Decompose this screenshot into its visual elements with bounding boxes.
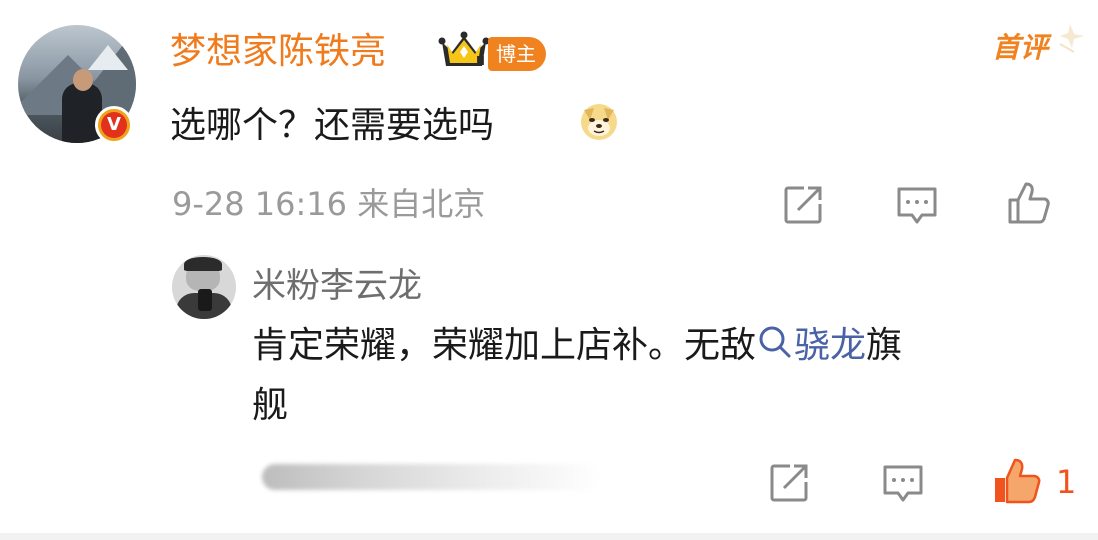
search-topic-link[interactable]: 骁龙 xyxy=(794,325,866,366)
crown-level-icon: II xyxy=(438,31,490,68)
liked-icon[interactable] xyxy=(992,456,1042,506)
comment-icon[interactable] xyxy=(880,460,926,506)
comment-author-name[interactable]: 梦想家陈铁亮 xyxy=(170,28,386,76)
reply-text: 肯定荣耀，荣耀加上店补。无敌 骁龙旗 xyxy=(252,320,1082,372)
like-icon[interactable] xyxy=(1006,180,1052,226)
divider xyxy=(0,533,1098,540)
blogger-badge: 博主 xyxy=(488,37,546,71)
reply-author-name[interactable]: 米粉李云龙 xyxy=(252,262,422,310)
search-icon[interactable] xyxy=(756,323,794,361)
share-icon[interactable] xyxy=(780,182,826,228)
comment-text: 选哪个？还需要选吗 xyxy=(170,105,495,146)
svg-text:II: II xyxy=(476,54,485,68)
blurred-meta-text xyxy=(262,464,602,490)
reply-avatar[interactable] xyxy=(172,255,236,319)
reply-text-line2: 舰 xyxy=(252,385,289,426)
comment-timestamp-location: 9-28 16:16 来自北京 xyxy=(172,185,486,223)
share-icon[interactable] xyxy=(766,460,812,506)
like-count: 1 xyxy=(1056,463,1077,501)
reply-text-part: 旗 xyxy=(866,325,903,366)
comment-icon[interactable] xyxy=(894,182,940,228)
verified-v-icon: V xyxy=(95,106,133,144)
reply-text-part: 肯定荣耀，荣耀加上店补。无敌 xyxy=(252,325,757,366)
doge-emoji-icon xyxy=(581,104,617,140)
first-review-label: 首评 xyxy=(992,31,1049,64)
